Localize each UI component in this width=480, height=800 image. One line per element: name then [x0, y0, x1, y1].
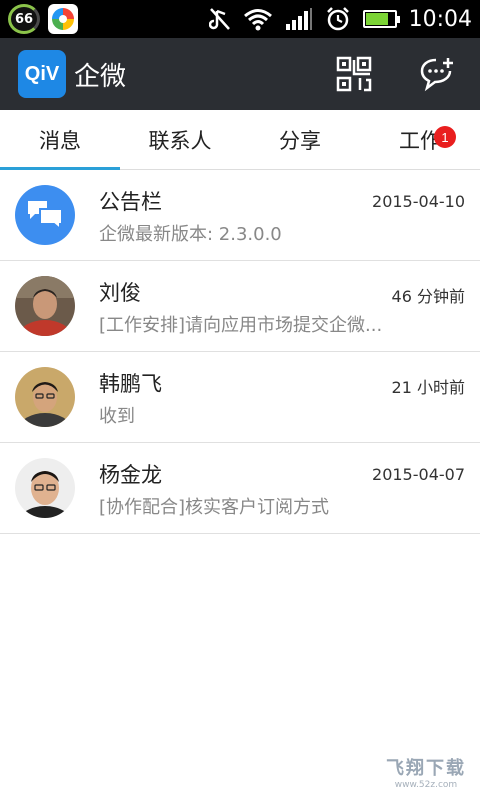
battery-icon [362, 10, 400, 28]
watermark-title: 飞翔下载 [386, 758, 466, 779]
tab-label: 消息 [39, 128, 81, 153]
message-preview: [协作配合]核实客户订阅方式 [99, 497, 330, 518]
message-preview: 收到 [99, 406, 135, 427]
message-time: 2015-04-07 [372, 465, 465, 484]
qr-code-icon [336, 56, 372, 92]
signal-icon [285, 7, 313, 31]
list-item[interactable]: 公告栏 2015-04-10 企微最新版本: 2.3.0.0 [0, 170, 480, 261]
tab-messages[interactable]: 消息 [0, 110, 120, 170]
tab-share[interactable]: 分享 [240, 110, 360, 169]
list-item[interactable]: 杨金龙 2015-04-07 [协作配合]核实客户订阅方式 [0, 443, 480, 534]
watermark: 飞翔下载 www.52z.com [386, 754, 466, 790]
tab-bar: 消息 联系人 分享 工作 1 [0, 110, 480, 170]
bulletin-board-icon [15, 185, 75, 245]
watermark-url: www.52z.com [394, 780, 458, 790]
message-list: 公告栏 2015-04-10 企微最新版本: 2.3.0.0 刘俊 46 分钟前… [0, 170, 480, 534]
qr-code-scan-button[interactable] [336, 56, 372, 92]
avatar [15, 276, 75, 336]
chat-add-icon [420, 58, 453, 92]
message-preview: [工作安排]请向应用市场提交企微... [99, 315, 383, 336]
list-item[interactable]: 刘俊 46 分钟前 [工作安排]请向应用市场提交企微... [0, 261, 480, 352]
contact-name: 公告栏 [99, 190, 162, 214]
unread-badge: 1 [434, 126, 456, 148]
list-item[interactable]: 韩鹏飞 21 小时前 收到 [0, 352, 480, 443]
cleaner-badge-icon: 66 [8, 4, 40, 34]
contact-name: 韩鹏飞 [99, 372, 162, 396]
app-logo: QiV [18, 50, 66, 98]
mute-icon [208, 7, 231, 31]
tab-label: 联系人 [148, 128, 212, 153]
message-time: 46 分钟前 [391, 287, 465, 306]
app-title: 企微 [74, 62, 127, 92]
new-chat-button[interactable] [420, 56, 456, 92]
tab-work[interactable]: 工作 1 [360, 110, 480, 169]
alarm-icon [325, 6, 351, 32]
app-store-icon [48, 4, 78, 34]
contact-name: 杨金龙 [99, 463, 162, 487]
app-bar: QiV 企微 [0, 38, 480, 110]
message-time: 21 小时前 [391, 378, 465, 397]
avatar [15, 458, 75, 518]
status-bar: 66 10:04 [0, 0, 480, 38]
contact-name: 刘俊 [99, 281, 141, 305]
message-preview: 企微最新版本: 2.3.0.0 [99, 224, 282, 245]
clock-time: 10:04 [408, 6, 472, 32]
wifi-icon [243, 7, 273, 31]
avatar [15, 367, 75, 427]
tab-contacts[interactable]: 联系人 [120, 110, 240, 169]
tab-label: 分享 [279, 128, 321, 153]
message-time: 2015-04-10 [372, 192, 465, 211]
